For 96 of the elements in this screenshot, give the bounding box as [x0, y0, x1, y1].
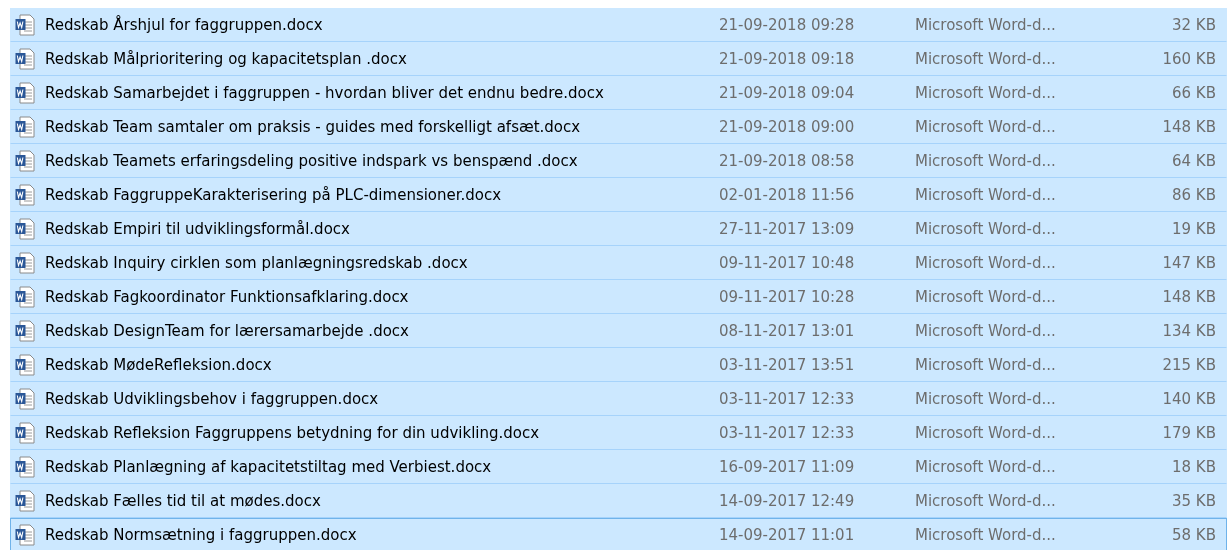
file-name: Redskab Normsætning i faggruppen.docx [44, 526, 358, 544]
file-name: Redskab Team samtaler om praksis - guides med forskelligt afsæt.docx [44, 118, 582, 136]
file-type: Microsoft Word-d... [915, 322, 1057, 340]
file-row[interactable]: Redskab Inquiry cirklen som planlægningsredskab .docx 09-11-2017 10:48 Microsoft Word-d... 147 KB [10, 246, 1227, 280]
file-row[interactable]: Redskab Udviklingsbehov i faggruppen.docx 03-11-2017 12:33 Microsoft Word-d... 140 KB [10, 382, 1227, 416]
word-document-icon [15, 388, 35, 410]
file-row[interactable]: Redskab Empiri til udviklingsformål.docx 27-11-2017 13:09 Microsoft Word-d... 19 KB [10, 212, 1227, 246]
file-row[interactable]: Redskab Fagkoordinator Funktionsafklaring.docx 09-11-2017 10:28 Microsoft Word-d... 148 KB [10, 280, 1227, 314]
file-size: 58 KB [1171, 526, 1216, 544]
modified-date: 09-11-2017 10:48 [719, 254, 856, 272]
file-name: Redskab Empiri til udviklingsformål.docx [44, 220, 351, 238]
modified-date: 02-01-2018 11:56 [719, 186, 856, 204]
file-size: 64 KB [1171, 152, 1216, 170]
file-type: Microsoft Word-d... [915, 220, 1057, 238]
file-row[interactable]: Redskab Samarbejdet i faggruppen - hvordan bliver det endnu bedre.docx 21-09-2018 09:04 Microsoft Word-d... 66 KB [10, 76, 1227, 110]
file-name: Redskab Inquiry cirklen som planlægningsredskab .docx [44, 254, 469, 272]
word-document-icon [15, 82, 35, 104]
file-size: 134 KB [1161, 322, 1216, 340]
file-name: Redskab MødeRefleksion.docx [44, 356, 273, 374]
modified-date: 03-11-2017 12:33 [719, 424, 856, 442]
file-type: Microsoft Word-d... [915, 356, 1057, 374]
file-row[interactable]: Redskab DesignTeam for lærersamarbejde .docx 08-11-2017 13:01 Microsoft Word-d... 134 KB [10, 314, 1227, 348]
file-type: Microsoft Word-d... [915, 152, 1057, 170]
file-row[interactable]: Redskab Årshjul for faggruppen.docx 21-09-2018 09:28 Microsoft Word-d... 32 KB [10, 8, 1227, 42]
file-size: 140 KB [1161, 390, 1216, 408]
file-row[interactable]: Redskab MødeRefleksion.docx 03-11-2017 13:51 Microsoft Word-d... 215 KB [10, 348, 1227, 382]
word-document-icon [15, 252, 35, 274]
file-type: Microsoft Word-d... [915, 186, 1057, 204]
word-document-icon [15, 14, 35, 36]
file-type: Microsoft Word-d... [915, 526, 1057, 544]
word-document-icon [15, 456, 35, 478]
file-type: Microsoft Word-d... [915, 424, 1057, 442]
file-size: 86 KB [1171, 186, 1216, 204]
word-document-icon [15, 184, 35, 206]
modified-date: 21-09-2018 09:18 [719, 50, 856, 68]
file-name: Redskab Refleksion Faggruppens betydning for din udvikling.docx [44, 424, 541, 442]
file-type: Microsoft Word-d... [915, 458, 1057, 476]
file-name: Redskab Årshjul for faggruppen.docx [44, 16, 324, 34]
file-type: Microsoft Word-d... [915, 84, 1057, 102]
file-name: Redskab Samarbejdet i faggruppen - hvordan bliver det endnu bedre.docx [44, 84, 605, 102]
file-type: Microsoft Word-d... [915, 390, 1057, 408]
file-size: 215 KB [1161, 356, 1216, 374]
file-row[interactable]: Redskab Refleksion Faggruppens betydning for din udvikling.docx 03-11-2017 12:33 Microsoft Word-d... 179 KB [10, 416, 1227, 450]
file-type: Microsoft Word-d... [915, 50, 1057, 68]
file-size: 32 KB [1171, 16, 1216, 34]
word-document-icon [15, 286, 35, 308]
word-document-icon [15, 320, 35, 342]
modified-date: 14-09-2017 11:01 [719, 526, 856, 544]
modified-date: 03-11-2017 13:51 [719, 356, 856, 374]
modified-date: 14-09-2017 12:49 [719, 492, 856, 510]
modified-date: 03-11-2017 12:33 [719, 390, 856, 408]
file-row[interactable]: Redskab Team samtaler om praksis - guides med forskelligt afsæt.docx 21-09-2018 09:00 Microsoft Word-d... 148 KB [10, 110, 1227, 144]
modified-date: 08-11-2017 13:01 [719, 322, 856, 340]
file-name: Redskab FaggruppeKarakterisering på PLC-dimensioner.docx [44, 186, 503, 204]
file-name: Redskab Målprioritering og kapacitetsplan .docx [44, 50, 408, 68]
file-size: 66 KB [1171, 84, 1216, 102]
file-row[interactable]: Redskab Planlægning af kapacitetstiltag med Verbiest.docx 16-09-2017 11:09 Microsoft Word-d... 18 KB [10, 450, 1227, 484]
file-row[interactable]: Redskab Målprioritering og kapacitetsplan .docx 21-09-2018 09:18 Microsoft Word-d... 160 KB [10, 42, 1227, 76]
modified-date: 21-09-2018 09:04 [719, 84, 856, 102]
file-type: Microsoft Word-d... [915, 492, 1057, 510]
word-document-icon [15, 354, 35, 376]
file-name: Redskab Fælles tid til at mødes.docx [44, 492, 322, 510]
file-row[interactable]: Redskab Normsætning i faggruppen.docx 14-09-2017 11:01 Microsoft Word-d... 58 KB [10, 518, 1227, 550]
word-document-icon [15, 150, 35, 172]
modified-date: 27-11-2017 13:09 [719, 220, 856, 238]
modified-date: 21-09-2018 08:58 [719, 152, 856, 170]
word-document-icon [15, 422, 35, 444]
file-size: 18 KB [1171, 458, 1216, 476]
modified-date: 16-09-2017 11:09 [719, 458, 856, 476]
file-name: Redskab Planlægning af kapacitetstiltag med Verbiest.docx [44, 458, 493, 476]
file-name: Redskab DesignTeam for lærersamarbejde .docx [44, 322, 410, 340]
modified-date: 09-11-2017 10:28 [719, 288, 856, 306]
file-name: Redskab Fagkoordinator Funktionsafklaring.docx [44, 288, 410, 306]
word-document-icon [15, 218, 35, 240]
file-row[interactable]: Redskab Teamets erfaringsdeling positive indspark vs benspænd .docx 21-09-2018 08:58 Microsoft Word-d... 64 KB [10, 144, 1227, 178]
file-type: Microsoft Word-d... [915, 254, 1057, 272]
file-size: 19 KB [1171, 220, 1216, 238]
file-row[interactable]: Redskab FaggruppeKarakterisering på PLC-dimensioner.docx 02-01-2018 11:56 Microsoft Word-d... 86 KB [10, 178, 1227, 212]
file-name: Redskab Teamets erfaringsdeling positive indspark vs benspænd .docx [44, 152, 579, 170]
file-type: Microsoft Word-d... [915, 288, 1057, 306]
word-document-icon [15, 524, 35, 546]
word-document-icon [15, 48, 35, 70]
file-size: 148 KB [1161, 118, 1216, 136]
modified-date: 21-09-2018 09:28 [719, 16, 856, 34]
word-document-icon [15, 490, 35, 512]
file-size: 35 KB [1171, 492, 1216, 510]
file-name: Redskab Udviklingsbehov i faggruppen.docx [44, 390, 380, 408]
file-type: Microsoft Word-d... [915, 118, 1057, 136]
file-size: 147 KB [1161, 254, 1216, 272]
file-size: 160 KB [1161, 50, 1216, 68]
file-size: 179 KB [1161, 424, 1216, 442]
file-type: Microsoft Word-d... [915, 16, 1057, 34]
file-size: 148 KB [1161, 288, 1216, 306]
file-row[interactable]: Redskab Fælles tid til at mødes.docx 14-09-2017 12:49 Microsoft Word-d... 35 KB [10, 484, 1227, 518]
word-document-icon [15, 116, 35, 138]
modified-date: 21-09-2018 09:00 [719, 118, 856, 136]
